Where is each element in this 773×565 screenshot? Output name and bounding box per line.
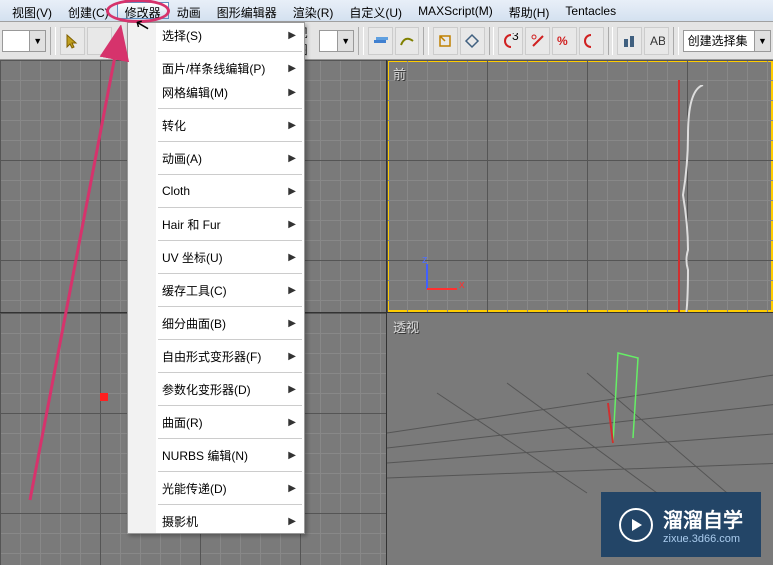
svg-text:ABC: ABC (650, 34, 665, 48)
menu-view[interactable]: 视图(V) (4, 2, 60, 19)
menu-item-uv-coords[interactable]: UV 坐标(U)▶ (128, 245, 304, 269)
watermark-url: zixue.3d66.com (663, 533, 743, 545)
submenu-arrow-icon: ▶ (288, 351, 296, 362)
submenu-arrow-icon: ▶ (288, 30, 296, 41)
submenu-arrow-icon: ▶ (288, 285, 296, 296)
menu-item-convert[interactable]: 转化▶ (128, 113, 304, 137)
red-line-front (677, 80, 681, 312)
menu-help[interactable]: 帮助(H) (501, 2, 558, 19)
menu-maxscript[interactable]: MAXScript(M) (410, 2, 501, 19)
svg-text:3: 3 (512, 33, 519, 43)
submenu-arrow-icon: ▶ (288, 417, 296, 428)
submenu-arrow-icon: ▶ (288, 384, 296, 395)
menu-item-surface[interactable]: 曲面(R)▶ (128, 410, 304, 434)
svg-text:%: % (557, 34, 568, 48)
submenu-arrow-icon: ▶ (288, 186, 296, 197)
menu-item-param-deform[interactable]: 参数化变形器(D)▶ (128, 377, 304, 401)
viewport-label-front: 前 (393, 64, 406, 83)
material-button[interactable] (460, 27, 485, 55)
watermark-badge: 溜溜自学 zixue.3d66.com (601, 492, 761, 557)
viewport-front[interactable]: 前 z x (387, 60, 773, 312)
chevron-down-icon: ▼ (754, 31, 770, 51)
toolbar-button-2[interactable] (87, 27, 112, 55)
menu-modifiers[interactable]: 修改器 (117, 2, 169, 19)
spline-shape-persp (593, 343, 653, 453)
selection-set-label: 创建选择集 (684, 32, 754, 49)
selection-set-dropdown[interactable]: 创建选择集▼ (683, 30, 771, 52)
select-arrow-button[interactable] (60, 27, 85, 55)
submenu-arrow-icon: ▶ (288, 120, 296, 131)
menu-customize[interactable]: 自定义(U) (341, 2, 410, 19)
axis-gizmo-front: z x (417, 259, 467, 302)
submenu-arrow-icon: ▶ (288, 87, 296, 98)
spline-shape-front (673, 85, 733, 312)
menu-item-hair-fur[interactable]: Hair 和 Fur▶ (128, 212, 304, 236)
menu-graph-editors[interactable]: 图形编辑器 (209, 2, 285, 19)
schematic-button[interactable] (433, 27, 458, 55)
main-toolbar: ▼ 视图 ▼ 3 % ABC 创建选择集▼ (0, 22, 773, 60)
submenu-arrow-icon: ▶ (288, 63, 296, 74)
snap-percent-button[interactable] (525, 27, 550, 55)
menu-animation[interactable]: 动画 (169, 2, 209, 19)
main-menubar: 视图(V) 创建(C) 修改器 动画 图形编辑器 渲染(R) 自定义(U) MA… (0, 0, 773, 22)
submenu-arrow-icon: ▶ (288, 252, 296, 263)
menu-item-nurbs[interactable]: NURBS 编辑(N)▶ (128, 443, 304, 467)
menu-item-radiosity[interactable]: 光能传递(D)▶ (128, 476, 304, 500)
submenu-arrow-icon: ▶ (288, 219, 296, 230)
red-vertex-marker (100, 393, 108, 401)
watermark-title: 溜溜自学 (663, 504, 743, 533)
view-dropdown[interactable]: ▼ (319, 30, 354, 52)
snap-angle-button[interactable]: 3 (498, 27, 523, 55)
viewport-container: 前 z x 透视 (0, 60, 773, 565)
menu-item-ffd[interactable]: 自由形式变形器(F)▶ (128, 344, 304, 368)
submenu-arrow-icon: ▶ (288, 153, 296, 164)
menu-rendering[interactable]: 渲染(R) (285, 2, 342, 19)
menu-item-camera[interactable]: 摄影机▶ (128, 509, 304, 533)
chevron-down-icon: ▼ (29, 31, 45, 51)
menu-item-mesh-edit[interactable]: 网格编辑(M)▶ (128, 80, 304, 104)
layers-button[interactable] (368, 27, 393, 55)
submenu-arrow-icon: ▶ (288, 450, 296, 461)
menu-item-cache-tools[interactable]: 缓存工具(C)▶ (128, 278, 304, 302)
viewport-label-perspective: 透视 (393, 317, 419, 336)
abc-button[interactable]: ABC (644, 27, 669, 55)
menu-item-subdiv[interactable]: 细分曲面(B)▶ (128, 311, 304, 335)
curve-editor-button[interactable] (395, 27, 420, 55)
submenu-arrow-icon: ▶ (288, 318, 296, 329)
menu-item-cloth[interactable]: Cloth▶ (128, 179, 304, 203)
snap-spinner-button[interactable] (579, 27, 604, 55)
submenu-arrow-icon: ▶ (288, 516, 296, 527)
toolbar-dropdown-1[interactable]: ▼ (2, 30, 46, 52)
snap-percent2-button[interactable]: % (552, 27, 577, 55)
submenu-arrow-icon: ▶ (288, 483, 296, 494)
modifiers-dropdown-menu: 选择(S)▶ 面片/样条线编辑(P)▶ 网格编辑(M)▶ 转化▶ 动画(A)▶ … (127, 22, 305, 534)
play-icon (619, 508, 653, 542)
menu-item-animation[interactable]: 动画(A)▶ (128, 146, 304, 170)
menu-item-selection[interactable]: 选择(S)▶ (128, 23, 304, 47)
chevron-down-icon: ▼ (337, 31, 353, 51)
menu-create[interactable]: 创建(C) (60, 2, 117, 19)
menu-tentacles[interactable]: Tentacles (557, 2, 624, 19)
menu-item-patch-spline[interactable]: 面片/样条线编辑(P)▶ (128, 56, 304, 80)
align-button[interactable] (617, 27, 642, 55)
